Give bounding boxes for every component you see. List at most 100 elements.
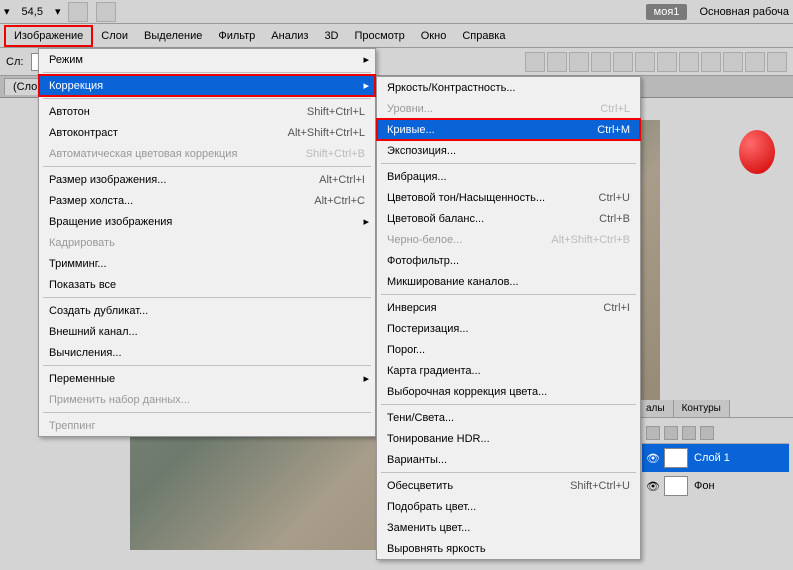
visibility-icon[interactable]: 👁: [646, 452, 658, 464]
menu-item[interactable]: Размер изображения...Alt+Ctrl+I: [39, 169, 375, 190]
distribute-icon[interactable]: [657, 52, 677, 72]
layer-thumbnail[interactable]: [664, 448, 688, 468]
layer-misc-icon[interactable]: [700, 426, 714, 440]
menu-selection[interactable]: Выделение: [136, 27, 210, 45]
menu-view[interactable]: Просмотр: [347, 27, 413, 45]
align-icon[interactable]: [613, 52, 633, 72]
workspace-badge[interactable]: моя1: [646, 4, 688, 20]
distribute-icon[interactable]: [701, 52, 721, 72]
menu-item: Применить набор данных...: [39, 389, 375, 410]
menu-window[interactable]: Окно: [413, 27, 455, 45]
menu-item-shortcut: Alt+Ctrl+C: [314, 195, 365, 207]
menu-item[interactable]: Тени/Света...: [377, 407, 640, 428]
menu-item-label: Вибрация...: [387, 171, 630, 183]
menu-item[interactable]: АвтоконтрастAlt+Shift+Ctrl+L: [39, 122, 375, 143]
app-menu-icon[interactable]: ▾: [4, 5, 10, 18]
menu-item-label: Внешний канал...: [49, 326, 365, 338]
layer-lock-icon[interactable]: [664, 426, 678, 440]
align-icon[interactable]: [635, 52, 655, 72]
menu-item-label: Постеризация...: [387, 323, 630, 335]
menu-item-shortcut: Alt+Shift+Ctrl+L: [288, 127, 365, 139]
menu-3d[interactable]: 3D: [316, 27, 346, 45]
menu-item[interactable]: Подобрать цвет...: [377, 496, 640, 517]
menu-item[interactable]: Показать все: [39, 274, 375, 295]
distribute-icon[interactable]: [767, 52, 787, 72]
menu-item[interactable]: Тонирование HDR...: [377, 428, 640, 449]
menu-item[interactable]: Цветовой баланс...Ctrl+B: [377, 208, 640, 229]
distribute-icon[interactable]: [679, 52, 699, 72]
menu-item[interactable]: Создать дубликат...: [39, 300, 375, 321]
menu-item[interactable]: Выровнять яркость: [377, 538, 640, 559]
menu-item[interactable]: Переменные▸: [39, 368, 375, 389]
balloon-shape: [739, 130, 775, 174]
arrange-docs-icon[interactable]: [96, 2, 116, 22]
menu-item[interactable]: Тримминг...: [39, 253, 375, 274]
menu-item-shortcut: Alt+Shift+Ctrl+B: [551, 234, 630, 246]
menu-item-label: Автоконтраст: [49, 127, 288, 139]
layer-filter-icon[interactable]: [646, 426, 660, 440]
zoom-dropdown-icon[interactable]: ▾: [55, 5, 61, 18]
layer-row[interactable]: 👁 Фон: [642, 472, 789, 500]
zoom-level[interactable]: 54,5: [18, 6, 47, 18]
menu-item[interactable]: Постеризация...: [377, 318, 640, 339]
menu-item-label: Тримминг...: [49, 258, 365, 270]
menu-separator: [381, 294, 636, 295]
menu-item[interactable]: Варианты...: [377, 449, 640, 470]
menu-item[interactable]: Заменить цвет...: [377, 517, 640, 538]
menu-separator: [381, 472, 636, 473]
menu-item[interactable]: Вычисления...: [39, 342, 375, 363]
menu-item[interactable]: Внешний канал...: [39, 321, 375, 342]
align-icon[interactable]: [591, 52, 611, 72]
menu-item[interactable]: Цветовой тон/Насыщенность...Ctrl+U: [377, 187, 640, 208]
menu-item[interactable]: Порог...: [377, 339, 640, 360]
menu-item-label: Размер изображения...: [49, 174, 319, 186]
menu-item-label: Режим: [49, 54, 365, 66]
layer-thumbnail[interactable]: [664, 476, 688, 496]
menu-item[interactable]: Размер холста...Alt+Ctrl+C: [39, 190, 375, 211]
visibility-icon[interactable]: 👁: [646, 480, 658, 492]
panel-tab-channels[interactable]: алы: [638, 400, 674, 417]
menu-filter[interactable]: Фильтр: [210, 27, 263, 45]
menu-item-label: Инверсия: [387, 302, 603, 314]
menu-item[interactable]: Экспозиция...: [377, 140, 640, 161]
menu-item[interactable]: Фотофильтр...: [377, 250, 640, 271]
distribute-icon[interactable]: [745, 52, 765, 72]
align-icon[interactable]: [547, 52, 567, 72]
menu-item-label: Карта градиента...: [387, 365, 630, 377]
menu-item[interactable]: ОбесцветитьShift+Ctrl+U: [377, 475, 640, 496]
menu-help[interactable]: Справка: [454, 27, 513, 45]
menu-item-label: Подобрать цвет...: [387, 501, 630, 513]
menu-item[interactable]: Яркость/Контрастность...: [377, 77, 640, 98]
menu-item[interactable]: ИнверсияCtrl+I: [377, 297, 640, 318]
menu-item-label: Кривые...: [387, 124, 597, 136]
menu-item[interactable]: АвтотонShift+Ctrl+L: [39, 101, 375, 122]
distribute-icon[interactable]: [723, 52, 743, 72]
menu-item[interactable]: Коррекция▸: [39, 75, 375, 96]
menu-separator: [43, 166, 371, 167]
submenu-arrow-icon: ▸: [363, 53, 369, 66]
menu-item-label: Кадрировать: [49, 237, 365, 249]
menu-item[interactable]: Кривые...Ctrl+M: [377, 119, 640, 140]
menu-analysis[interactable]: Анализ: [263, 27, 316, 45]
menu-item[interactable]: Режим▸: [39, 49, 375, 70]
menu-item: Черно-белое...Alt+Shift+Ctrl+B: [377, 229, 640, 250]
menu-item-label: Яркость/Контрастность...: [387, 82, 630, 94]
layer-name: Слой 1: [694, 452, 730, 464]
screen-mode-icon[interactable]: [68, 2, 88, 22]
menu-item[interactable]: Микширование каналов...: [377, 271, 640, 292]
menu-item-label: Тонирование HDR...: [387, 433, 630, 445]
layer-row[interactable]: 👁 Слой 1: [642, 444, 789, 472]
menu-item[interactable]: Выборочная коррекция цвета...: [377, 381, 640, 402]
align-icon[interactable]: [569, 52, 589, 72]
menu-item[interactable]: Вращение изображения▸: [39, 211, 375, 232]
align-icon[interactable]: [525, 52, 545, 72]
menu-image[interactable]: Изображение: [4, 25, 93, 47]
menu-item[interactable]: Карта градиента...: [377, 360, 640, 381]
layer-move-icon[interactable]: [682, 426, 696, 440]
panel-tab-paths[interactable]: Контуры: [674, 400, 730, 417]
menu-item-label: Размер холста...: [49, 195, 314, 207]
menu-item-shortcut: Ctrl+I: [603, 302, 630, 314]
menu-item-label: Уровни...: [387, 103, 600, 115]
menu-item[interactable]: Вибрация...: [377, 166, 640, 187]
menu-layers[interactable]: Слои: [93, 27, 136, 45]
